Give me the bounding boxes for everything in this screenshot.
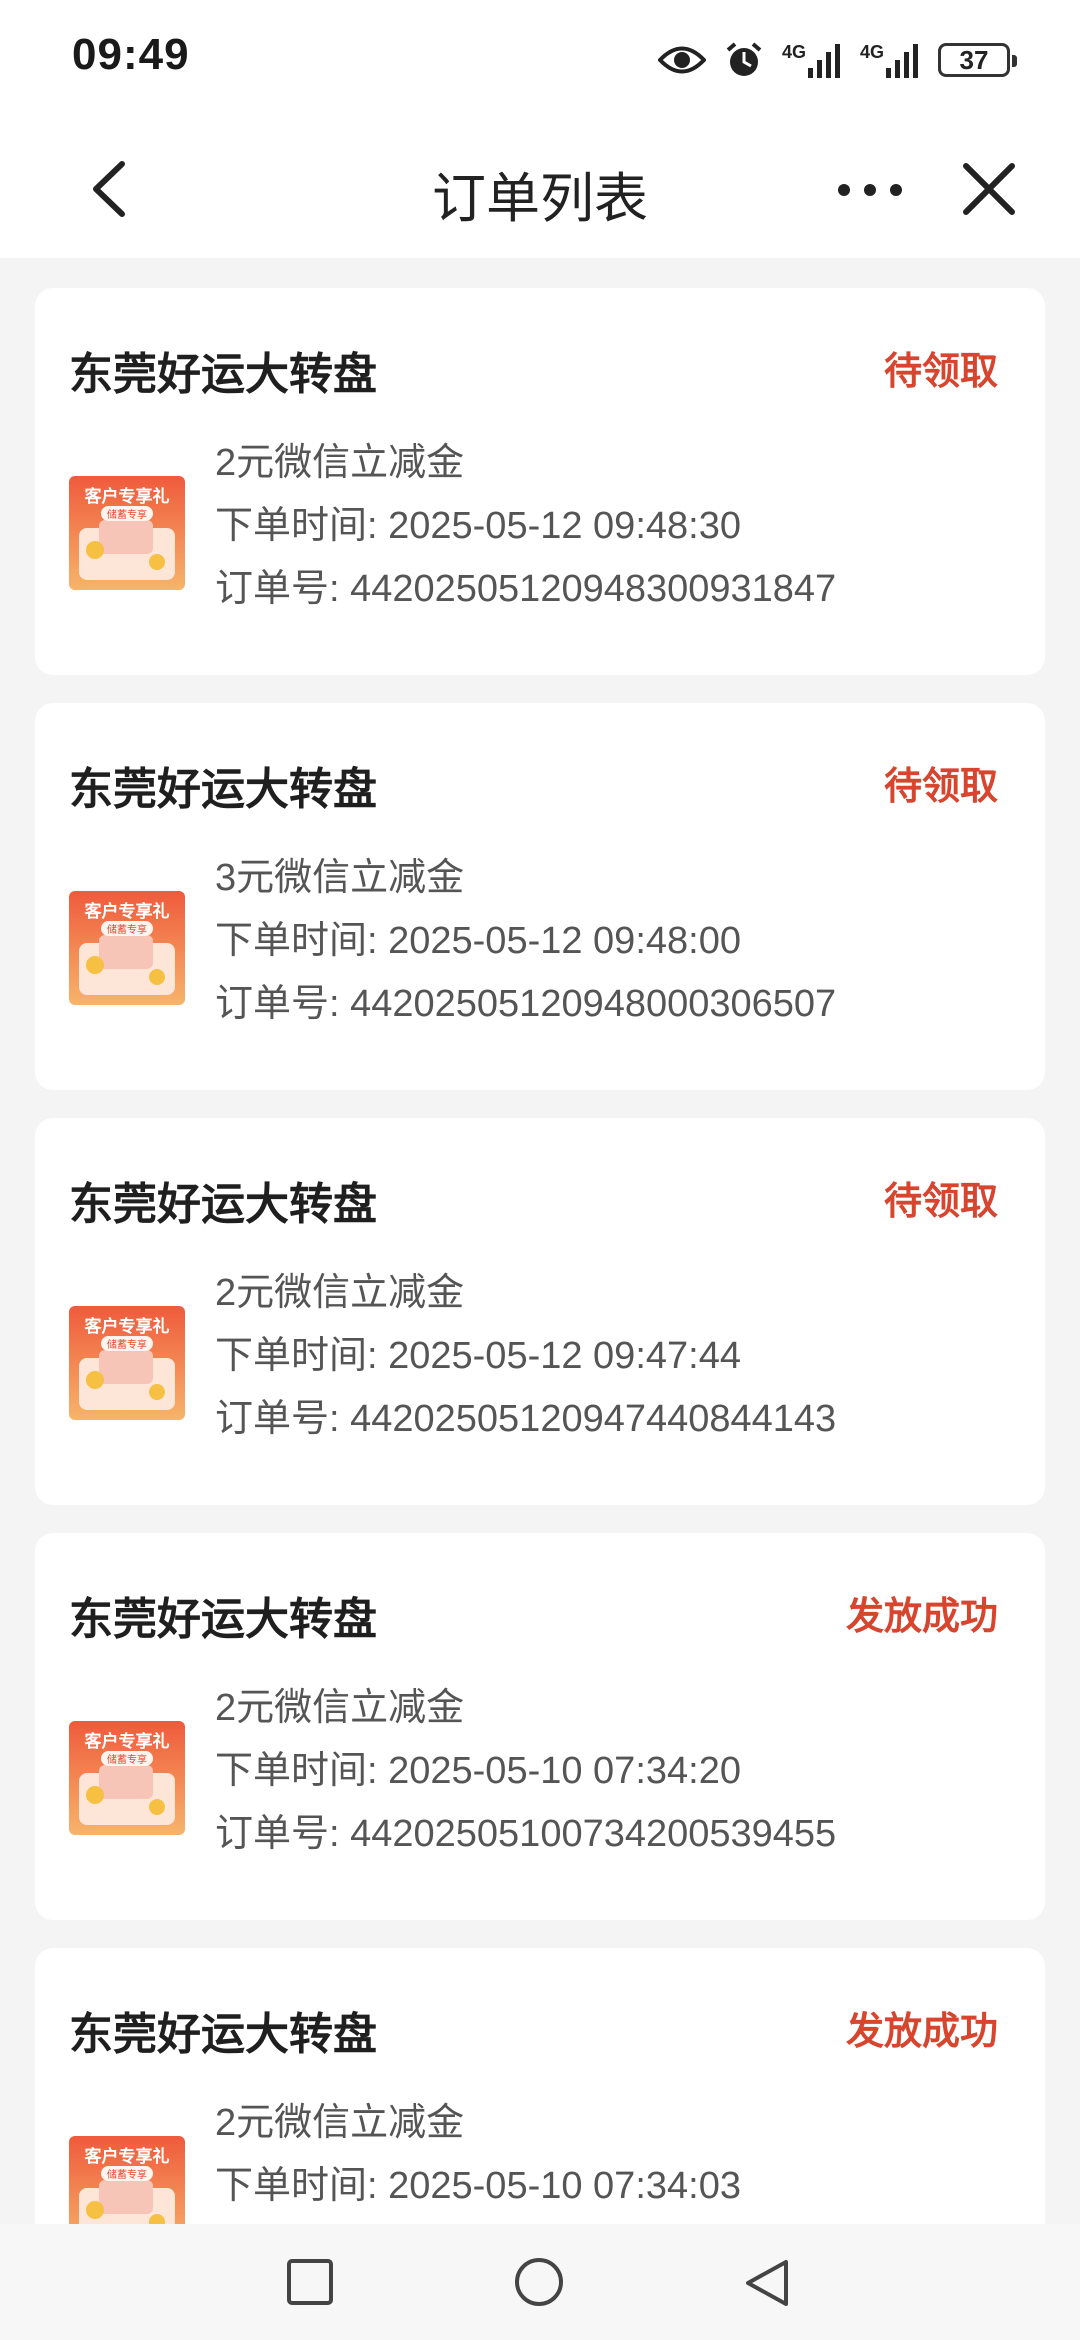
gift-thumbnail: 客户专享礼 储蓄专享 bbox=[69, 1306, 185, 1420]
order-time: 下单时间: 2025-05-10 07:34:20 bbox=[215, 1750, 741, 1792]
order-info: 3元微信立减金 下单时间: 2025-05-12 09:48:00 订单号: 4… bbox=[215, 847, 836, 1036]
order-number: 订单号: 44202505120947440844143 bbox=[215, 1398, 837, 1440]
more-dots-icon bbox=[838, 184, 902, 196]
thumb-sub-label: 储蓄专享 bbox=[101, 921, 153, 936]
thumb-label: 客户专享礼 bbox=[84, 1317, 170, 1336]
close-button[interactable] bbox=[958, 156, 1020, 222]
order-title: 东莞好运大转盘 bbox=[69, 2010, 377, 2059]
circle-icon bbox=[515, 2258, 563, 2306]
signal-4g-icon: 4G bbox=[782, 42, 842, 78]
alarm-icon bbox=[724, 40, 764, 80]
order-title: 东莞好运大转盘 bbox=[69, 765, 377, 814]
order-card[interactable]: 东莞好运大转盘 待领取 客户专享礼 储蓄专享 2元微信立减金 下单时间: 202… bbox=[35, 288, 1045, 675]
close-icon bbox=[963, 163, 1015, 215]
order-status: 待领取 bbox=[883, 351, 998, 393]
signal-4g-icon: 4G bbox=[860, 42, 920, 78]
order-number: 订单号: 44202505120948300931847 bbox=[215, 568, 837, 610]
order-status: 待领取 bbox=[883, 1181, 998, 1223]
thumb-label: 客户专享礼 bbox=[84, 487, 170, 506]
order-time: 下单时间: 2025-05-12 09:48:30 bbox=[215, 505, 741, 547]
order-list[interactable]: 东莞好运大转盘 待领取 客户专享礼 储蓄专享 2元微信立减金 下单时间: 202… bbox=[0, 258, 1080, 2224]
order-time: 下单时间: 2025-05-10 07:34:03 bbox=[215, 2165, 741, 2207]
order-card[interactable]: 东莞好运大转盘 发放成功 客户专享礼 储蓄专享 2元微信立减金 下单时间: 20… bbox=[35, 1533, 1045, 1920]
order-info: 2元微信立减金 下单时间: 2025-05-10 07:34:20 订单号: 4… bbox=[215, 1677, 836, 1866]
order-info: 2元微信立减金 下单时间: 2025-05-12 09:47:44 订单号: 4… bbox=[215, 1262, 836, 1451]
order-card[interactable]: 东莞好运大转盘 待领取 客户专享礼 储蓄专享 3元微信立减金 下单时间: 202… bbox=[35, 703, 1045, 1090]
order-time: 下单时间: 2025-05-12 09:47:44 bbox=[215, 1335, 741, 1377]
order-status: 发放成功 bbox=[845, 1596, 998, 1638]
more-button[interactable] bbox=[836, 160, 904, 220]
order-product: 2元微信立减金 bbox=[215, 1272, 465, 1314]
square-icon bbox=[287, 2259, 333, 2305]
back-nav-button[interactable] bbox=[742, 2258, 794, 2315]
order-info: 2元微信立减金 下单时间: 2025-05-10 07:34:03 bbox=[215, 2092, 741, 2224]
battery-icon: 37 bbox=[938, 43, 1017, 77]
order-status: 发放成功 bbox=[845, 2011, 998, 2053]
order-status: 待领取 bbox=[883, 766, 998, 808]
gift-thumbnail: 客户专享礼 储蓄专享 bbox=[69, 891, 185, 1005]
thumb-label: 客户专享礼 bbox=[84, 902, 170, 921]
eye-icon bbox=[657, 43, 706, 77]
order-number: 订单号: 44202505120948000306507 bbox=[215, 983, 837, 1025]
thumb-sub-label: 储蓄专享 bbox=[101, 1336, 153, 1351]
thumb-label: 客户专享礼 bbox=[84, 1732, 170, 1751]
home-button[interactable] bbox=[513, 2258, 565, 2315]
order-title: 东莞好运大转盘 bbox=[69, 1595, 377, 1644]
system-nav-bar bbox=[0, 2224, 1080, 2340]
thumb-sub-label: 储蓄专享 bbox=[101, 1751, 153, 1766]
order-time: 下单时间: 2025-05-12 09:48:00 bbox=[215, 920, 741, 962]
thumb-label: 客户专享礼 bbox=[84, 2147, 170, 2166]
page-title: 订单列表 bbox=[432, 169, 648, 229]
order-product: 2元微信立减金 bbox=[215, 442, 465, 484]
order-product: 2元微信立减金 bbox=[215, 1687, 465, 1729]
status-bar: 09:49 4G 4G 37 bbox=[0, 0, 1080, 120]
recents-button[interactable] bbox=[286, 2258, 334, 2311]
order-card[interactable]: 东莞好运大转盘 发放成功 客户专享礼 储蓄专享 2元微信立减金 下单时间: 20… bbox=[35, 1948, 1045, 2224]
nav-bar: 订单列表 bbox=[0, 120, 1080, 258]
order-info: 2元微信立减金 下单时间: 2025-05-12 09:48:30 订单号: 4… bbox=[215, 432, 836, 621]
order-product: 3元微信立减金 bbox=[215, 857, 465, 899]
order-card[interactable]: 东莞好运大转盘 待领取 客户专享礼 储蓄专享 2元微信立减金 下单时间: 202… bbox=[35, 1118, 1045, 1505]
status-time: 09:49 bbox=[72, 30, 190, 79]
order-number: 订单号: 44202505100734200539455 bbox=[215, 1813, 837, 1855]
thumb-sub-label: 储蓄专享 bbox=[101, 506, 153, 521]
gift-thumbnail: 客户专享礼 储蓄专享 bbox=[69, 476, 185, 590]
triangle-back-icon bbox=[746, 2260, 788, 2306]
status-icons: 4G 4G 37 bbox=[657, 36, 1017, 84]
gift-thumbnail: 客户专享礼 储蓄专享 bbox=[69, 1721, 185, 1835]
order-product: 2元微信立减金 bbox=[215, 2102, 465, 2144]
gift-thumbnail: 客户专享礼 储蓄专享 bbox=[69, 2136, 185, 2224]
order-title: 东莞好运大转盘 bbox=[69, 1180, 377, 1229]
thumb-sub-label: 储蓄专享 bbox=[101, 2166, 153, 2181]
order-title: 东莞好运大转盘 bbox=[69, 350, 377, 399]
